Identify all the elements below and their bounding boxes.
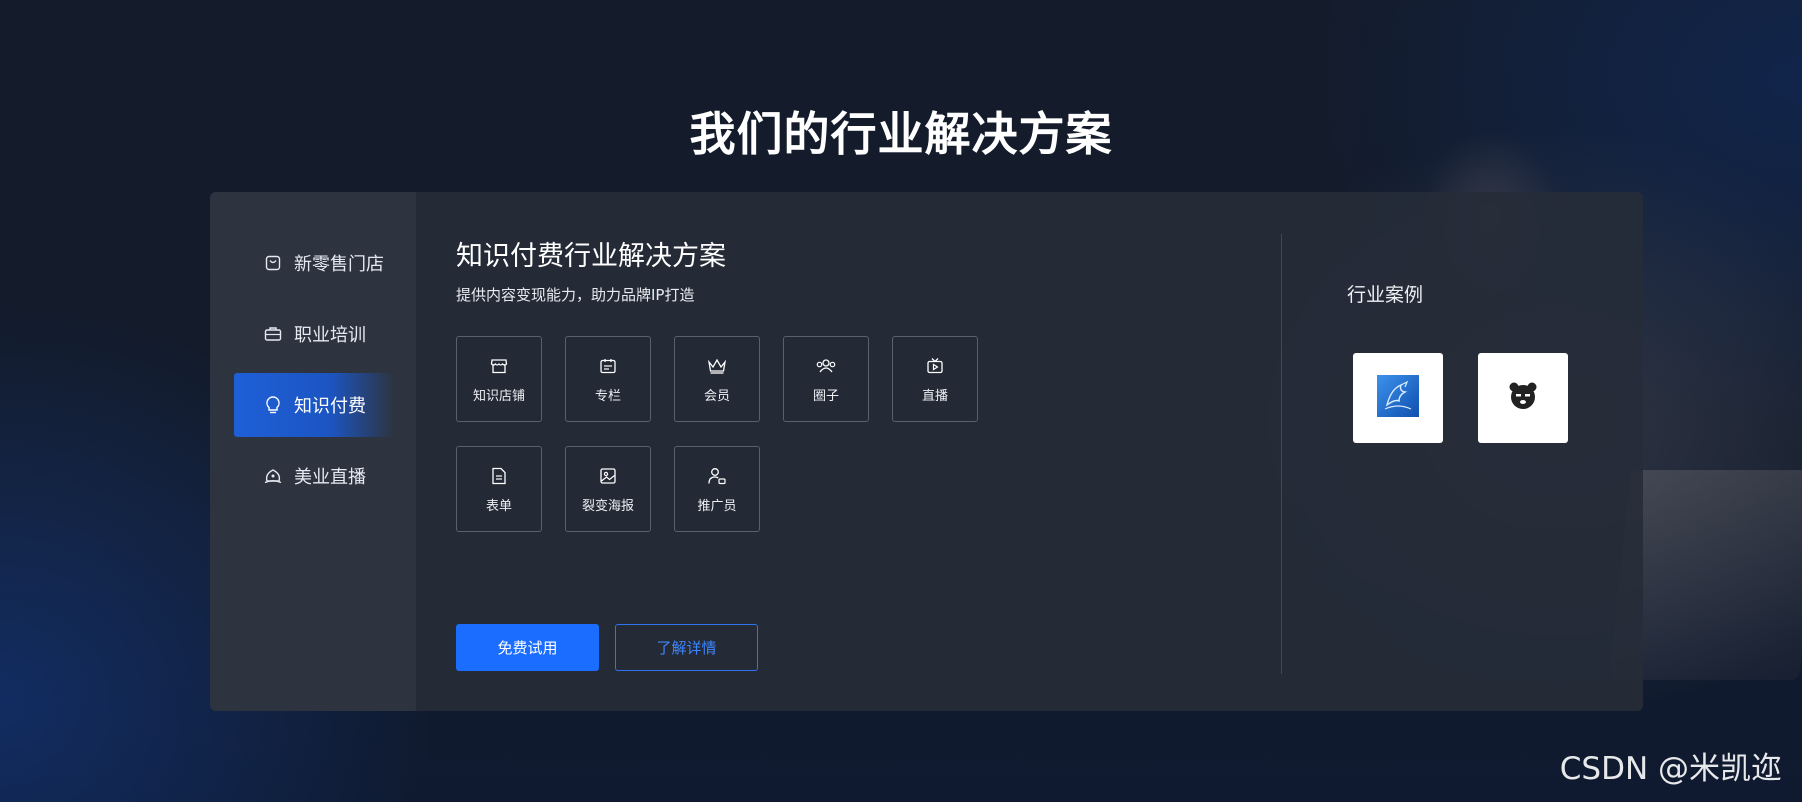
group-icon	[815, 355, 837, 377]
industry-sidebar: 新零售门店 职业培训 知识付费 美业直播	[210, 192, 416, 711]
sidebar-item-training[interactable]: 职业培训	[234, 302, 394, 366]
lightbulb-icon	[262, 394, 284, 416]
divider	[1281, 234, 1282, 674]
form-icon	[488, 465, 510, 487]
feature-label: 直播	[921, 388, 948, 404]
bear-logo-icon	[1506, 379, 1540, 417]
feature-label: 圈子	[812, 388, 839, 404]
promoter-icon	[706, 465, 728, 487]
poster-icon	[597, 465, 619, 487]
feature-label: 知识店铺	[472, 388, 525, 404]
sidebar-item-retail[interactable]: 新零售门店	[234, 231, 394, 295]
feature-live[interactable]: 直播	[892, 336, 978, 422]
feature-form[interactable]: 表单	[456, 446, 542, 532]
solution-title: 知识付费行业解决方案	[456, 241, 726, 272]
feature-member[interactable]: 会员	[674, 336, 760, 422]
feature-column[interactable]: 专栏	[565, 336, 651, 422]
sidebar-item-beauty[interactable]: 美业直播	[234, 444, 394, 508]
feature-store[interactable]: 知识店铺	[456, 336, 542, 422]
page-title: 我们的行业解决方案	[689, 107, 1113, 161]
free-trial-button[interactable]: 免费试用	[456, 624, 599, 671]
feature-label: 专栏	[594, 388, 621, 404]
solution-subtitle: 提供内容变现能力，助力品牌IP打造	[456, 286, 695, 304]
case-logo-1[interactable]	[1353, 353, 1443, 443]
feature-label: 表单	[485, 498, 512, 514]
solution-detail: 知识付费行业解决方案 提供内容变现能力，助力品牌IP打造 知识店铺 专栏 会员 …	[456, 192, 1276, 711]
watermark: CSDN @米凯迩	[1559, 751, 1782, 787]
briefcase-icon	[262, 323, 284, 345]
sidebar-item-label: 美业直播	[294, 467, 366, 488]
crown-icon	[706, 355, 728, 377]
column-icon	[597, 355, 619, 377]
feature-label: 裂变海报	[581, 498, 634, 514]
learn-more-button[interactable]: 了解详情	[615, 624, 758, 671]
feature-label: 会员	[703, 388, 730, 404]
shopping-bag-icon	[262, 252, 284, 274]
beauty-icon	[262, 465, 284, 487]
solutions-panel: 新零售门店 职业培训 知识付费 美业直播 知识付费行业解决方案 提供内容变现能力…	[210, 192, 1643, 711]
feature-circle[interactable]: 圈子	[783, 336, 869, 422]
feature-poster[interactable]: 裂变海报	[565, 446, 651, 532]
feature-label: 推广员	[697, 498, 737, 514]
blue-bird-logo-icon	[1377, 375, 1419, 421]
sidebar-item-label: 新零售门店	[294, 254, 384, 275]
cases-title: 行业案例	[1347, 284, 1424, 306]
sidebar-item-knowledge[interactable]: 知识付费	[234, 373, 394, 437]
feature-promoter[interactable]: 推广员	[674, 446, 760, 532]
sidebar-item-label: 知识付费	[294, 396, 366, 417]
live-tv-icon	[924, 355, 946, 377]
sidebar-item-label: 职业培训	[294, 325, 366, 346]
case-logo-2[interactable]	[1478, 353, 1568, 443]
store-icon	[488, 355, 510, 377]
